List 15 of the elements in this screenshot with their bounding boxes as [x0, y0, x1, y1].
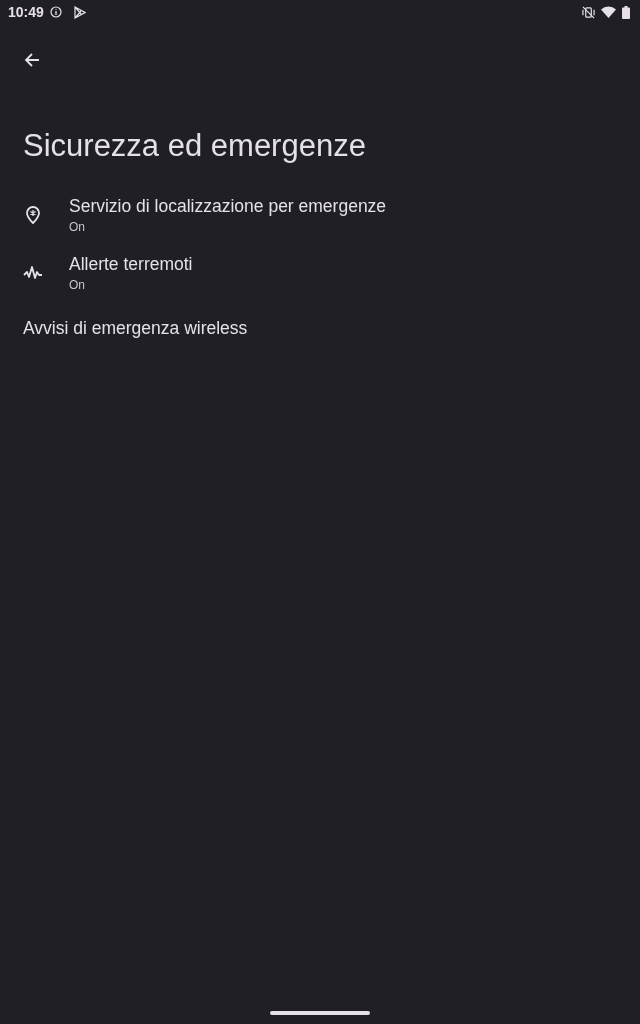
clock-time: 10:49 — [8, 4, 44, 20]
battery-icon — [622, 5, 630, 19]
gesture-handle[interactable] — [270, 1011, 370, 1015]
vibrate-off-icon — [582, 5, 595, 19]
back-arrow-icon — [24, 52, 40, 68]
setting-summary: On — [69, 278, 86, 292]
location-pin-icon — [23, 205, 43, 225]
setting-title[interactable]: Servizio di localizzazione per emergenze — [69, 196, 387, 217]
setting-title[interactable]: Avvisi di emergenza wireless — [23, 317, 248, 339]
setting-title[interactable]: Allerte terremoti — [69, 254, 193, 275]
wifi-icon — [601, 6, 616, 18]
page-title: Sicurezza ed emergenze — [23, 128, 367, 164]
setting-summary: On — [69, 220, 86, 234]
info-icon — [49, 6, 62, 18]
play-store-icon — [73, 5, 86, 19]
